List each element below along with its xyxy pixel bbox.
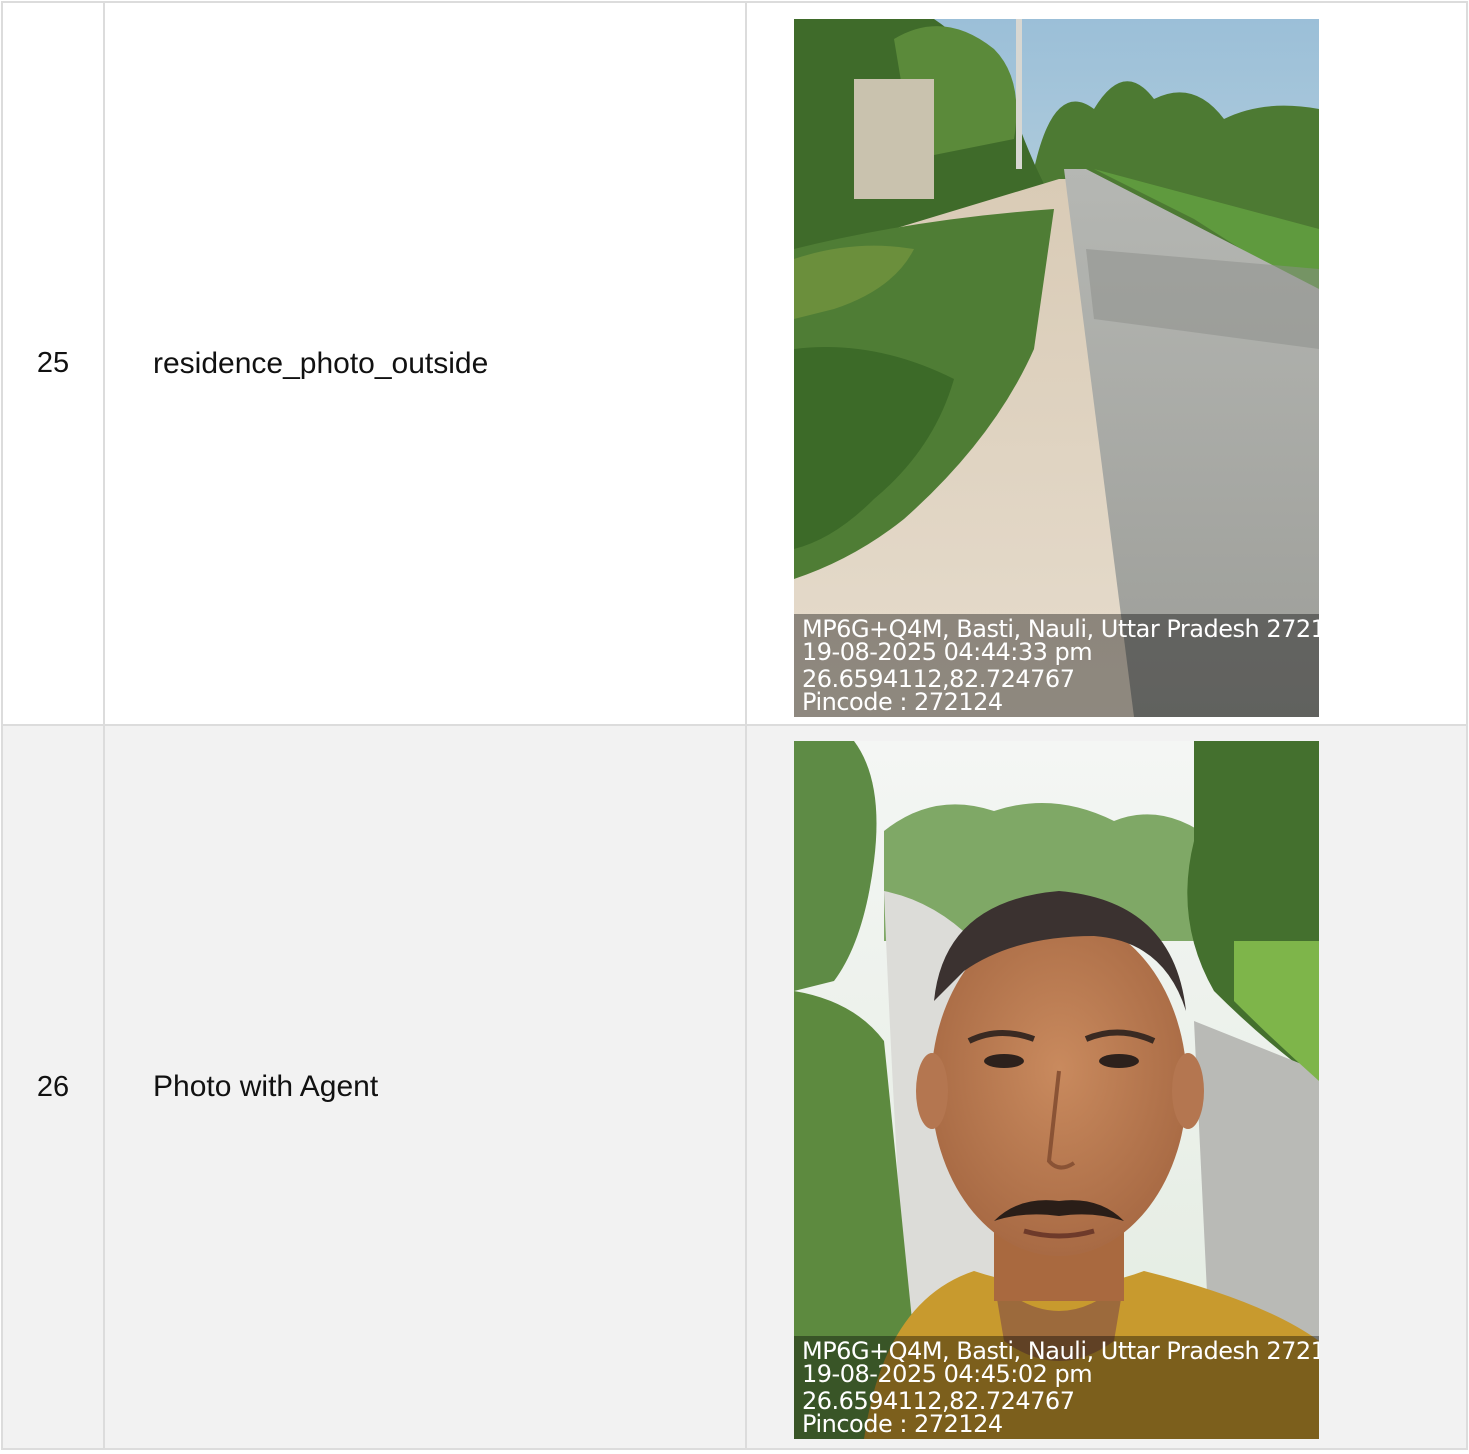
row-number: 26 — [1, 724, 105, 1450]
stamp-datetime: 19-08-2025 04:44:33 pm — [802, 638, 1093, 666]
table-row: 25 residence_photo_outside MP6G+Q4M, Bas… — [1, 1, 1468, 726]
road-scene-image — [794, 19, 1319, 717]
field-label: Photo with Agent — [103, 724, 747, 1450]
document-table: 25 residence_photo_outside MP6G+Q4M, Bas… — [1, 1, 1468, 1450]
residence-photo[interactable]: MP6G+Q4M, Basti, Nauli, Uttar Pradesh 27… — [794, 19, 1319, 717]
photo-cell: MP6G+Q4M, Basti, Nauli, Uttar Pradesh 27… — [745, 1, 1468, 726]
agent-photo[interactable]: MP6G+Q4M, Basti, Nauli, Uttar Pradesh 27… — [794, 741, 1319, 1439]
geotag-stamp: MP6G+Q4M, Basti, Nauli, Uttar Pradesh 27… — [794, 614, 1319, 717]
stamp-datetime: 19-08-2025 04:45:02 pm — [802, 1360, 1093, 1388]
stamp-pincode: Pincode : 272124 — [802, 1410, 1003, 1438]
row-number: 25 — [1, 1, 105, 726]
agent-selfie-image — [794, 741, 1319, 1439]
stamp-pincode: Pincode : 272124 — [802, 688, 1003, 716]
photo-cell: MP6G+Q4M, Basti, Nauli, Uttar Pradesh 27… — [745, 724, 1468, 1450]
geotag-stamp: MP6G+Q4M, Basti, Nauli, Uttar Pradesh 27… — [794, 1336, 1319, 1439]
table-row: 26 Photo with Agent MP6G+Q4M, Basti, Nau… — [1, 724, 1468, 1450]
field-label: residence_photo_outside — [103, 1, 747, 726]
